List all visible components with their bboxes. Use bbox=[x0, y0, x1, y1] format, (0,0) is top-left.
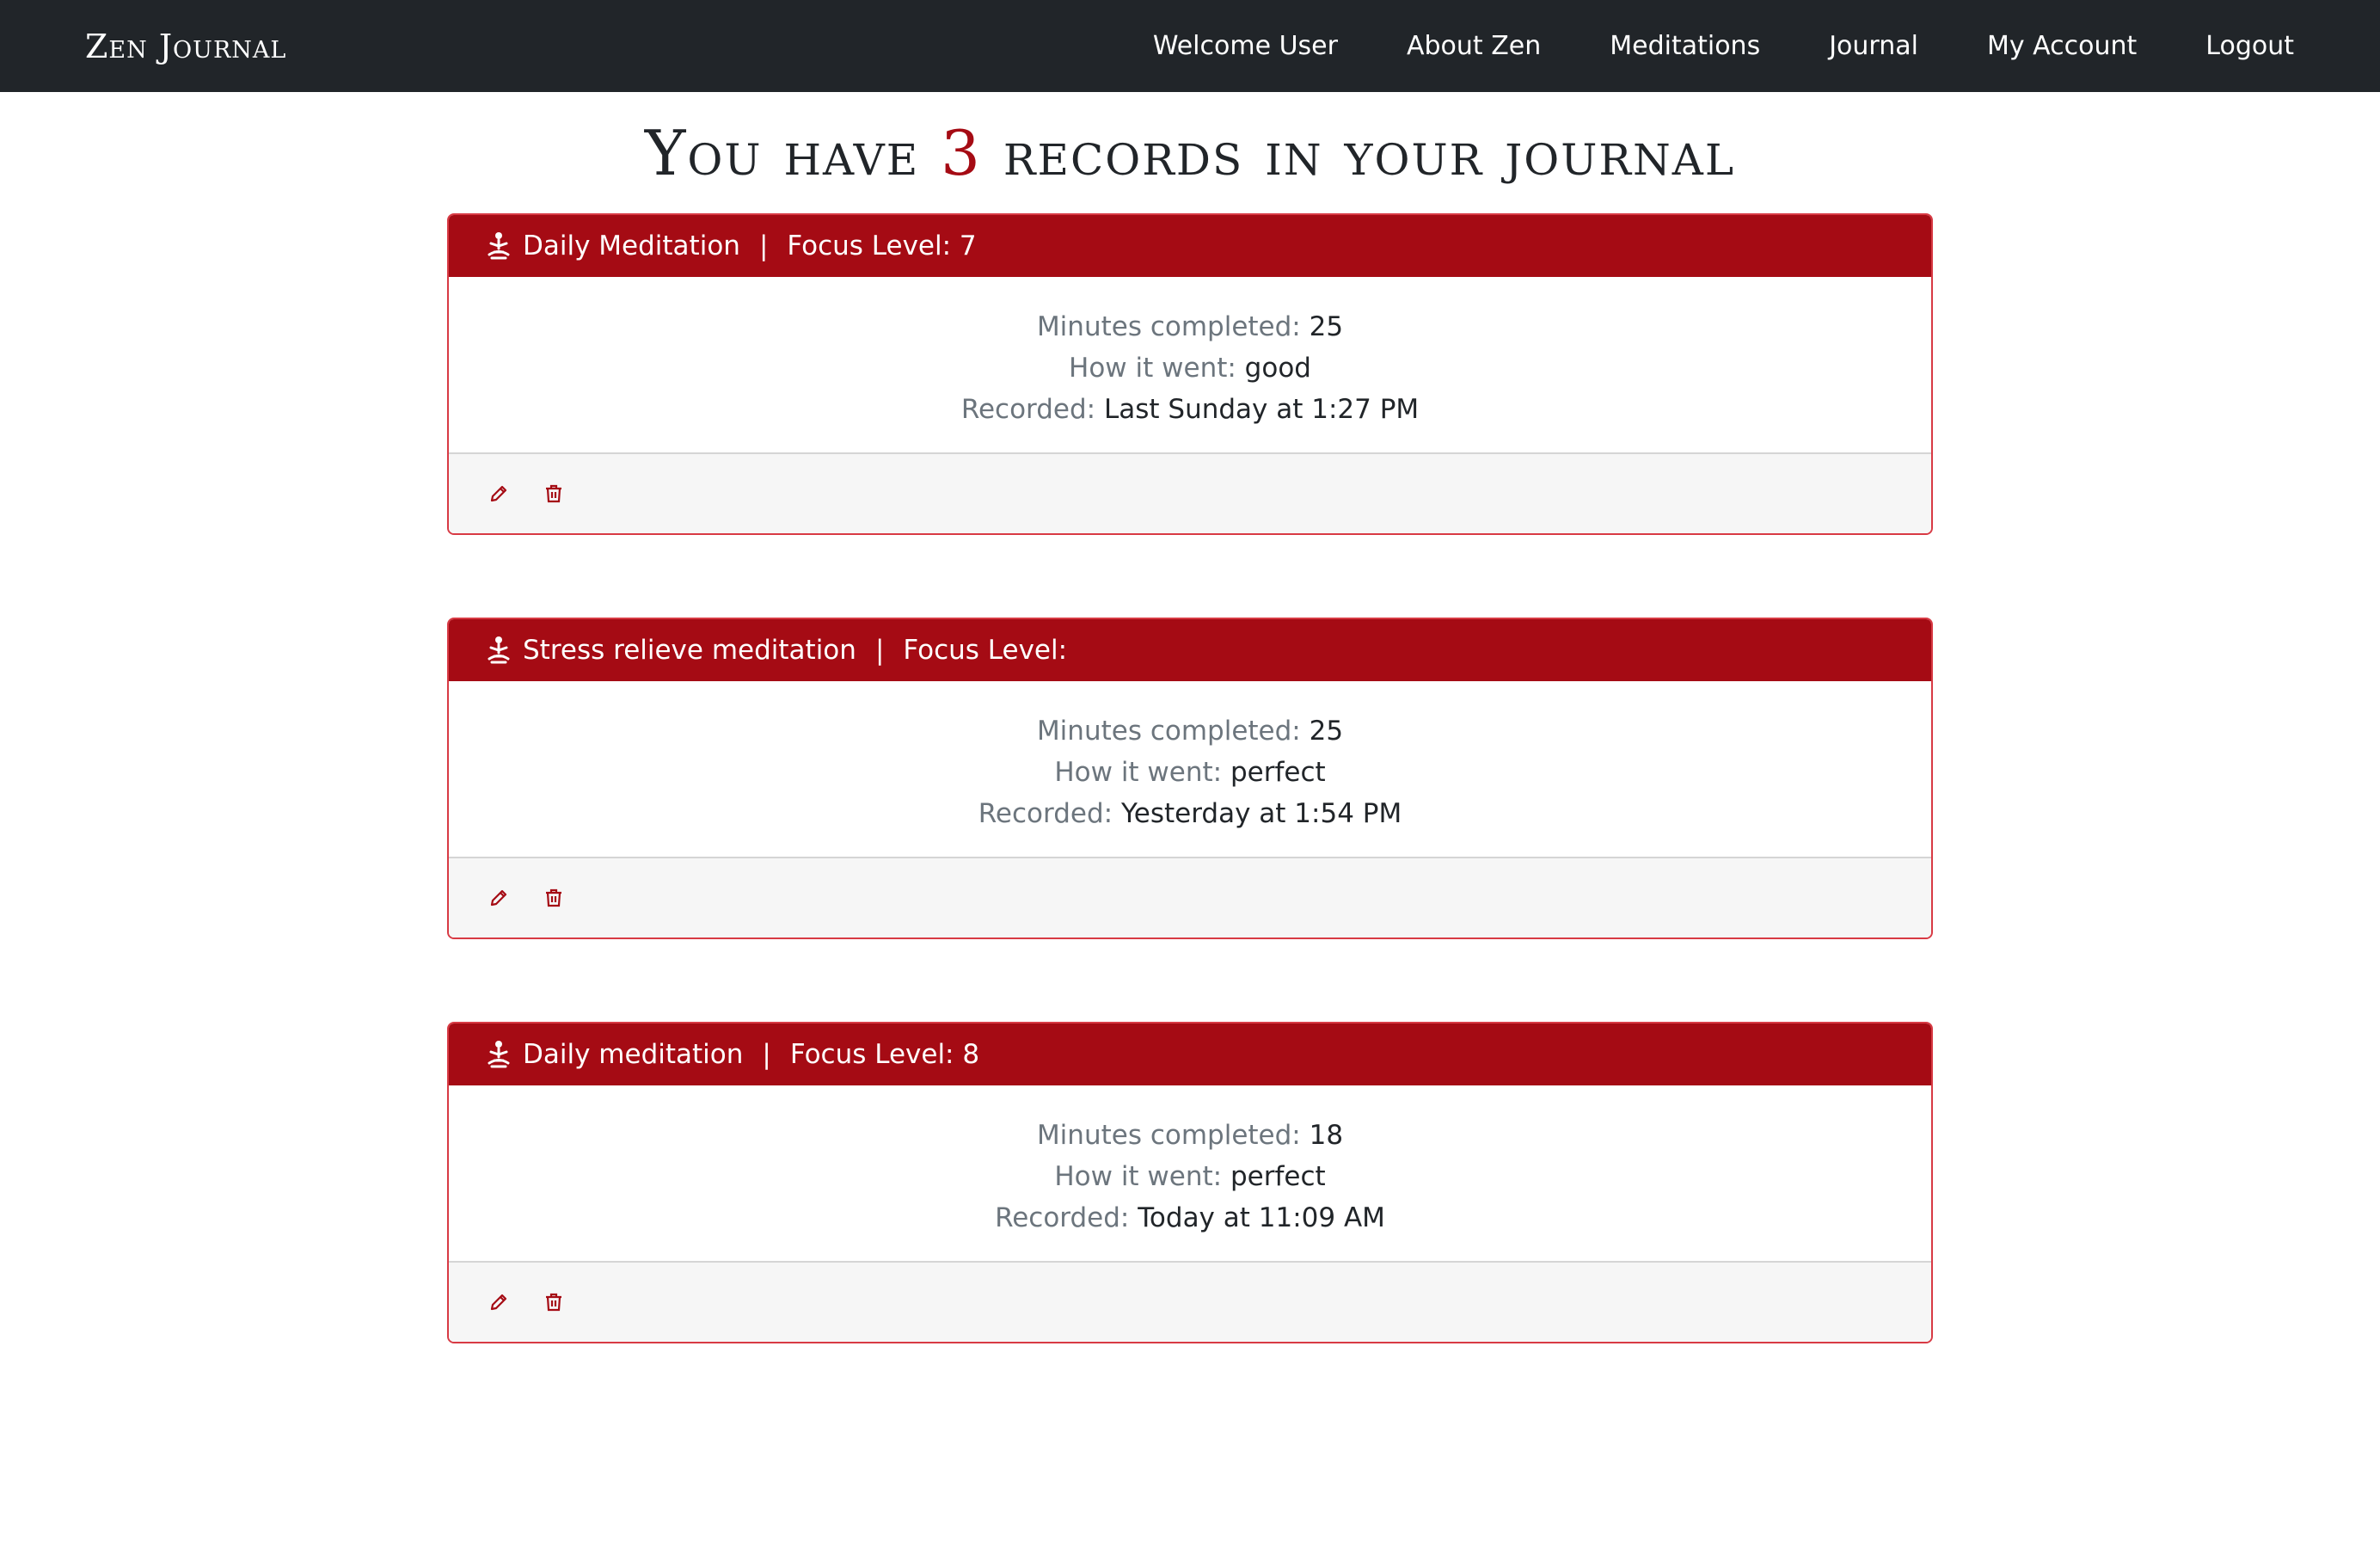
header-separator: | bbox=[874, 634, 885, 666]
header-separator: | bbox=[762, 1038, 771, 1070]
minutes-label: Minutes completed: bbox=[1036, 310, 1301, 342]
record-body: Minutes completed: 25 How it went: good … bbox=[449, 277, 1931, 454]
header-separator: | bbox=[758, 230, 769, 261]
focus-label: Focus Level: bbox=[789, 1038, 954, 1070]
records-list: Daily Meditation | Focus Level: 7 Minute… bbox=[447, 212, 1933, 1343]
record-name: Daily Meditation bbox=[523, 230, 740, 261]
record-footer bbox=[449, 858, 1931, 937]
minutes-row: Minutes completed: 25 bbox=[449, 710, 1931, 752]
pencil-icon bbox=[490, 1294, 507, 1310]
record-footer bbox=[449, 453, 1931, 533]
how-value: perfect bbox=[1230, 1160, 1326, 1192]
pencil-icon bbox=[490, 485, 507, 501]
minutes-label: Minutes completed: bbox=[1036, 715, 1301, 747]
nav-my-account[interactable]: My Account bbox=[1987, 31, 2137, 61]
minutes-value: 18 bbox=[1309, 1119, 1344, 1151]
nav-logout[interactable]: Logout bbox=[2205, 31, 2294, 61]
brand-logo[interactable]: Zen Journal bbox=[85, 28, 286, 65]
focus-label: Focus Level: bbox=[903, 634, 1068, 666]
meditate-icon bbox=[487, 636, 511, 665]
record-header: Daily meditation | Focus Level: 8 bbox=[449, 1023, 1931, 1085]
recorded-label: Recorded: bbox=[978, 797, 1113, 829]
recorded-row: Recorded: Last Sunday at 1:27 PM bbox=[449, 389, 1931, 430]
trash-icon bbox=[546, 888, 561, 907]
focus-value: 7 bbox=[959, 230, 977, 261]
recorded-row: Recorded: Today at 11:09 AM bbox=[449, 1197, 1931, 1239]
minutes-label: Minutes completed: bbox=[1036, 1119, 1301, 1151]
nav-welcome-user[interactable]: Welcome User bbox=[1153, 31, 1338, 61]
record-footer bbox=[449, 1262, 1931, 1342]
nav-meditations[interactable]: Meditations bbox=[1610, 31, 1760, 61]
minutes-row: Minutes completed: 18 bbox=[449, 1115, 1931, 1156]
edit-button[interactable] bbox=[487, 482, 511, 506]
recorded-value: Yesterday at 1:54 PM bbox=[1120, 797, 1402, 829]
meditate-icon bbox=[487, 231, 511, 261]
title-suffix: records in your journal bbox=[1003, 117, 1736, 189]
record-count: 3 bbox=[941, 117, 982, 189]
how-row: How it went: perfect bbox=[449, 1156, 1931, 1197]
recorded-label: Recorded: bbox=[960, 393, 1096, 425]
delete-button[interactable] bbox=[542, 482, 566, 506]
record-body: Minutes completed: 25 How it went: perfe… bbox=[449, 681, 1931, 858]
record-name: Stress relieve meditation bbox=[523, 634, 856, 666]
how-row: How it went: good bbox=[449, 347, 1931, 389]
minutes-value: 25 bbox=[1309, 310, 1344, 342]
record-body: Minutes completed: 18 How it went: perfe… bbox=[449, 1085, 1931, 1263]
trash-icon bbox=[546, 484, 561, 502]
record-header: Stress relieve meditation | Focus Level: bbox=[449, 618, 1931, 681]
how-row: How it went: perfect bbox=[449, 752, 1931, 793]
record-card: Daily meditation | Focus Level: 8 Minute… bbox=[447, 1021, 1933, 1343]
how-value: perfect bbox=[1230, 756, 1326, 788]
delete-button[interactable] bbox=[542, 1290, 566, 1314]
how-value: good bbox=[1244, 352, 1311, 384]
title-prefix: You have bbox=[644, 117, 920, 189]
nav-journal[interactable]: Journal bbox=[1829, 31, 1918, 61]
edit-button[interactable] bbox=[487, 886, 511, 910]
record-card: Daily Meditation | Focus Level: 7 Minute… bbox=[447, 212, 1933, 535]
how-label: How it went: bbox=[1069, 352, 1236, 384]
record-header: Daily Meditation | Focus Level: 7 bbox=[449, 214, 1931, 277]
trash-icon bbox=[546, 1293, 561, 1311]
how-label: How it went: bbox=[1054, 1160, 1223, 1192]
edit-button[interactable] bbox=[487, 1290, 511, 1314]
focus-label: Focus Level: bbox=[787, 230, 952, 261]
pencil-icon bbox=[490, 889, 507, 906]
nav-links: Welcome User About Zen Meditations Journ… bbox=[1153, 31, 2294, 61]
delete-button[interactable] bbox=[542, 886, 566, 910]
minutes-row: Minutes completed: 25 bbox=[449, 306, 1931, 347]
nav-about-zen[interactable]: About Zen bbox=[1407, 31, 1541, 61]
focus-value: 8 bbox=[962, 1038, 980, 1070]
recorded-value: Last Sunday at 1:27 PM bbox=[1103, 393, 1420, 425]
minutes-value: 25 bbox=[1309, 715, 1344, 747]
recorded-label: Recorded: bbox=[995, 1202, 1130, 1233]
recorded-value: Today at 11:09 AM bbox=[1138, 1202, 1385, 1233]
navbar: Zen Journal Welcome User About Zen Medit… bbox=[0, 0, 2380, 92]
meditate-icon bbox=[487, 1040, 511, 1069]
page-title: You have 3 records in your journal bbox=[0, 118, 2380, 189]
record-name: Daily meditation bbox=[523, 1038, 744, 1070]
record-card: Stress relieve meditation | Focus Level:… bbox=[447, 617, 1933, 939]
recorded-row: Recorded: Yesterday at 1:54 PM bbox=[449, 793, 1931, 834]
how-label: How it went: bbox=[1054, 756, 1223, 788]
